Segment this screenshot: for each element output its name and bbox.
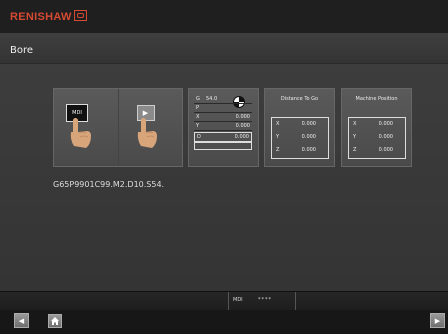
top-bar: RENISHAW [0, 0, 448, 33]
title-bar [0, 33, 448, 64]
status-mode: MDI [233, 297, 243, 303]
cycle-start-button[interactable]: ▶ [119, 89, 183, 166]
brand-mark-icon [73, 10, 87, 21]
home-button[interactable] [48, 314, 62, 328]
machine-position-title: Machine Position [355, 96, 398, 102]
pointing-hand-icon [70, 118, 91, 148]
brand-logo: RENISHAW [10, 10, 87, 23]
back-arrow-icon: ◀ [18, 317, 25, 325]
status-divider [228, 292, 229, 310]
machine-position-panel: Machine Position X 0.000 Y 0.000 Z 0.000 [341, 88, 412, 167]
mdi-button[interactable]: MDI [54, 89, 119, 166]
distance-row-x: X 0.000 [276, 121, 316, 127]
machine-row-y: Y 0.000 [353, 134, 393, 140]
gcode-command: G65P9901C99.M2.D10.S54. [53, 180, 165, 189]
distance-to-go-panel: Distance To Go X 0.000 Y 0.000 Z 0.000 [264, 88, 335, 167]
offset-row-y: Y 0.000 [194, 123, 252, 131]
distance-to-go-values: X 0.000 Y 0.000 Z 0.000 [271, 117, 329, 159]
distance-row-y: Y 0.000 [276, 134, 316, 140]
forward-button[interactable]: ▶ [430, 313, 445, 328]
status-bar [0, 291, 448, 310]
work-offset-panel: G 54.0 P X 0.000 Y 0.000 D 0.000 [188, 88, 259, 167]
back-button[interactable]: ◀ [14, 313, 29, 328]
offset-row-g: G 54.0 [194, 95, 252, 104]
offset-row-empty [194, 142, 252, 150]
machine-position-values: X 0.000 Y 0.000 Z 0.000 [348, 117, 406, 159]
forward-arrow-icon: ▶ [434, 317, 441, 325]
offset-row-d: D 0.000 [194, 132, 252, 142]
home-icon [51, 317, 59, 325]
machine-row-x: X 0.000 [353, 121, 393, 127]
distance-row-z: Z 0.000 [276, 147, 316, 153]
brand-name: RENISHAW [10, 11, 72, 23]
status-indicator: **** [258, 297, 272, 303]
machine-row-z: Z 0.000 [353, 147, 393, 153]
bottom-nav-bar [0, 310, 448, 334]
offset-row-p: P [194, 104, 252, 113]
page-title: Bore [10, 45, 34, 56]
action-button-panel: MDI ▶ [53, 88, 183, 167]
status-divider [295, 292, 296, 310]
work-offset-table: G 54.0 P X 0.000 Y 0.000 D 0.000 [194, 95, 252, 150]
offset-row-x: X 0.000 [194, 114, 252, 122]
distance-to-go-title: Distance To Go [280, 96, 319, 102]
pointing-hand-icon [137, 118, 157, 148]
